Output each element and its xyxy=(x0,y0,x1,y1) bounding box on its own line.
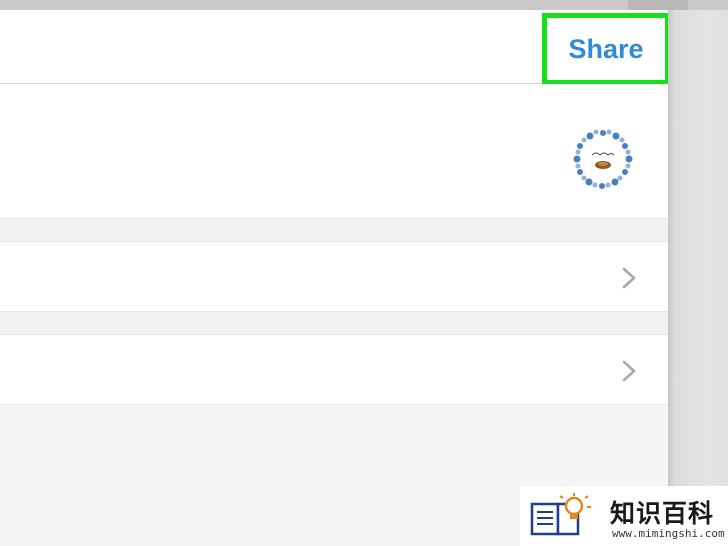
profile-row[interactable] xyxy=(0,84,668,219)
top-strip xyxy=(0,0,728,10)
book-lightbulb-icon xyxy=(530,493,591,536)
chevron-right-icon xyxy=(622,267,636,289)
navigation-bar: Share xyxy=(0,10,668,85)
share-highlight-box xyxy=(542,13,668,85)
wreath-nest-avatar-icon[interactable] xyxy=(568,124,638,194)
settings-panel: Share xyxy=(0,10,668,546)
top-strip-shade xyxy=(628,0,688,10)
watermark-url: www.mimingshi.com xyxy=(612,527,725,540)
section-gap xyxy=(0,219,668,241)
chevron-right-icon xyxy=(622,360,636,382)
section-gap xyxy=(0,312,668,334)
watermark-brand: 知识百科 xyxy=(610,500,715,528)
settings-row-2[interactable] xyxy=(0,334,668,405)
settings-row-1[interactable] xyxy=(0,241,668,312)
panel-shadow xyxy=(668,10,728,546)
watermark-logo: 知识百科 www.mimingshi.com xyxy=(520,486,728,546)
